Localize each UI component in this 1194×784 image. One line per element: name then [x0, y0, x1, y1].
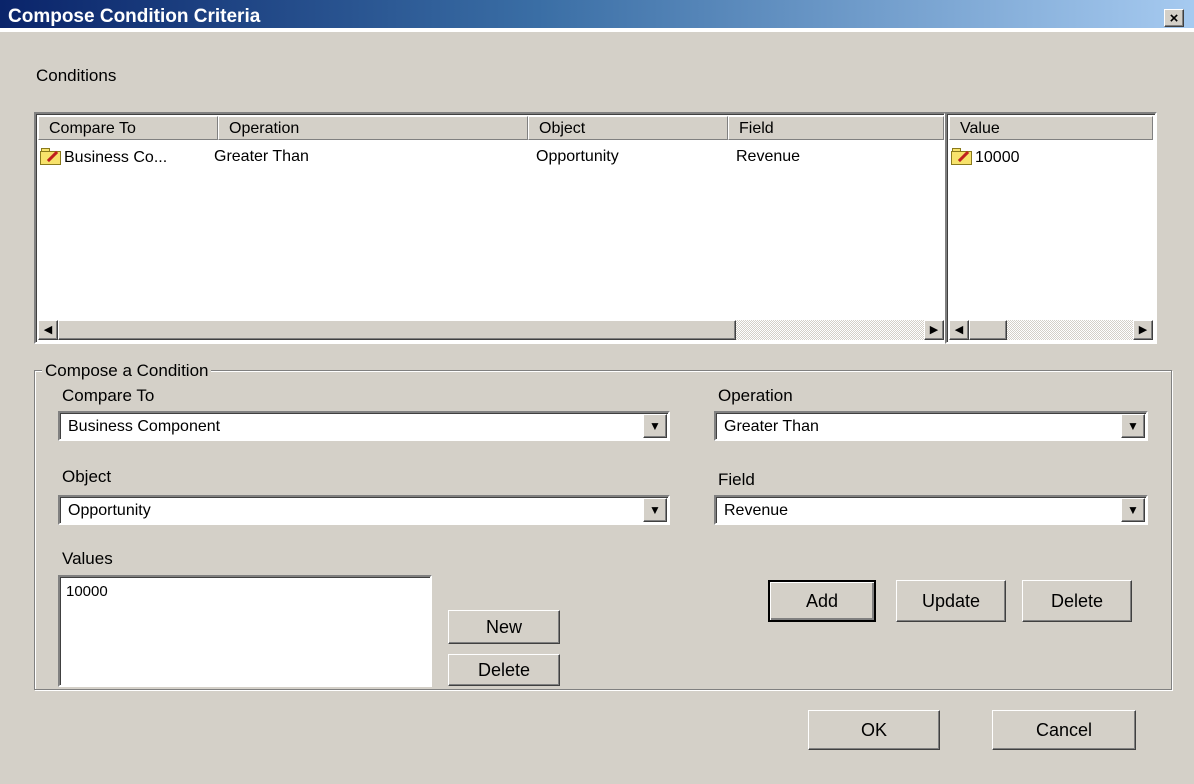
row-operation: Greater Than — [214, 148, 309, 165]
compare-to-label: Compare To — [62, 386, 155, 405]
compare-to-value: Business Component — [68, 418, 221, 435]
compose-condition-legend: Compose a Condition — [42, 361, 212, 381]
operation-label: Operation — [718, 386, 793, 405]
row-value: 10000 — [975, 149, 1020, 166]
close-icon: × — [1169, 10, 1179, 27]
row-compare-to: Business Co... — [64, 149, 168, 166]
folder-edit-icon — [40, 148, 62, 165]
title-bar: Compose Condition Criteria × — [0, 0, 1194, 32]
arrow-right-icon[interactable]: ▶ — [924, 320, 944, 340]
field-label: Field — [718, 470, 755, 489]
compare-to-combobox[interactable]: Business Component ▼ — [58, 411, 670, 441]
column-header-object[interactable]: Object — [528, 116, 728, 140]
chevron-down-icon[interactable]: ▼ — [643, 414, 667, 438]
column-header-compare-to[interactable]: Compare To — [38, 116, 218, 140]
chevron-down-icon[interactable]: ▼ — [643, 498, 667, 522]
column-header-value[interactable]: Value — [949, 116, 1153, 140]
object-value: Opportunity — [68, 502, 151, 519]
horizontal-scrollbar[interactable]: ◀ ▶ — [38, 320, 944, 340]
row-object: Opportunity — [536, 148, 619, 165]
row-compare-to-cell: Business Co... — [40, 148, 167, 167]
column-header-field[interactable]: Field — [728, 116, 944, 140]
values-label: Values — [62, 549, 113, 568]
value-list[interactable]: Value 10000 ◀ ▶ — [945, 112, 1157, 344]
operation-combobox[interactable]: Greater Than ▼ — [714, 411, 1148, 441]
conditions-list[interactable]: Compare To Operation Object Field Busine… — [34, 112, 946, 344]
chevron-down-icon[interactable]: ▼ — [1121, 414, 1145, 438]
row-value-cell: 10000 — [951, 148, 1020, 167]
object-label: Object — [62, 467, 112, 486]
conditions-label: Conditions — [36, 66, 117, 85]
folder-edit-icon — [951, 148, 973, 165]
close-button[interactable]: × — [1164, 9, 1184, 27]
add-button[interactable]: Add — [768, 580, 876, 622]
operation-value: Greater Than — [724, 418, 819, 435]
object-combobox[interactable]: Opportunity ▼ — [58, 495, 670, 525]
delete-value-button[interactable]: Delete — [448, 654, 560, 686]
field-value: Revenue — [724, 502, 789, 519]
ok-button[interactable]: OK — [808, 710, 940, 750]
chevron-down-icon[interactable]: ▼ — [1121, 498, 1145, 522]
cancel-button[interactable]: Cancel — [992, 710, 1136, 750]
values-textarea[interactable]: 10000 — [58, 575, 432, 687]
arrow-left-icon[interactable]: ◀ — [38, 320, 58, 340]
arrow-left-icon[interactable]: ◀ — [949, 320, 969, 340]
scroll-thumb[interactable] — [58, 320, 736, 340]
arrow-right-icon[interactable]: ▶ — [1133, 320, 1153, 340]
field-combobox[interactable]: Revenue ▼ — [714, 495, 1148, 525]
update-button[interactable]: Update — [896, 580, 1006, 622]
value-horizontal-scrollbar[interactable]: ◀ ▶ — [949, 320, 1153, 340]
row-field: Revenue — [736, 148, 801, 165]
delete-button[interactable]: Delete — [1022, 580, 1132, 622]
new-value-button[interactable]: New — [448, 610, 560, 644]
window-title: Compose Condition Criteria — [8, 6, 261, 27]
value-scroll-thumb[interactable] — [969, 320, 1007, 340]
column-header-operation[interactable]: Operation — [218, 116, 528, 140]
